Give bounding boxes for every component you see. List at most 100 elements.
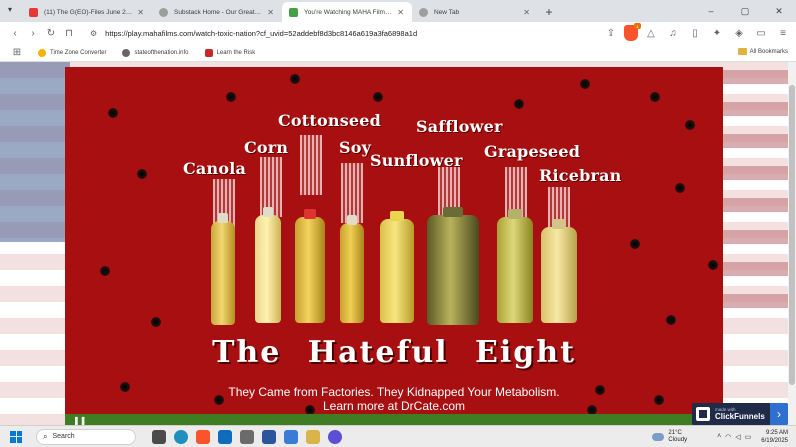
- cloud-icon: [652, 433, 665, 441]
- share-icon[interactable]: ⇪: [602, 24, 620, 42]
- store-icon[interactable]: [240, 429, 254, 444]
- shields-badge: 1: [634, 23, 641, 29]
- minimize-button[interactable]: ‒: [694, 0, 728, 22]
- bottle-cap: [218, 213, 228, 223]
- maximize-button[interactable]: ▢: [728, 0, 762, 22]
- windows-taskbar: ⌕ Search 21°C Cloudy ˄ ◠ ◁ ▭ 9:25 AM 6/1…: [0, 425, 796, 447]
- defender-icon[interactable]: [284, 429, 298, 444]
- file-explorer-icon[interactable]: [306, 429, 320, 444]
- apps-grid-icon[interactable]: ⊞: [8, 44, 26, 62]
- clickfunnels-badge[interactable]: made with ClickFunnels ›: [692, 403, 788, 425]
- bookmark-time-zone-converter[interactable]: Time Zone Converter: [38, 48, 107, 57]
- flag-stripe-right: [721, 262, 796, 276]
- wifi-icon[interactable]: ◠: [725, 433, 731, 441]
- oil-label-soy: Soy: [339, 138, 372, 157]
- scrollbar-thumb[interactable]: [789, 85, 795, 385]
- rewards-icon[interactable]: △: [642, 24, 660, 42]
- flag-stripe-right: [721, 198, 796, 212]
- tab-title: New Tab: [434, 8, 460, 16]
- bookmark-favicon-icon: [122, 48, 131, 57]
- oil-bottle-safflower: [427, 207, 479, 325]
- bullet-hole: [108, 108, 118, 118]
- wallet-icon[interactable]: ▭: [752, 24, 770, 42]
- toolbar-actions: ⇪ 1 △ ♫ ▯ ✦ ◈ ▭ ≡: [602, 23, 792, 42]
- tab-strip: ▾ (11) The G(EO)-Files June 2025 ✕ Subst…: [0, 0, 796, 22]
- vpn-icon[interactable]: ◈: [730, 24, 748, 42]
- window-controls: ‒ ▢ ✕: [694, 0, 796, 22]
- bottle-cap: [390, 211, 404, 221]
- clock-date: 6/19/2025: [761, 438, 788, 444]
- reload-button[interactable]: ↻: [42, 24, 60, 42]
- tab-title: You're Watching MAHA Films: To: [304, 8, 394, 16]
- new-tab-button[interactable]: +: [538, 2, 560, 22]
- flag-stripe-right: [721, 294, 796, 308]
- weather-widget[interactable]: 21°C Cloudy: [652, 430, 687, 444]
- bottle-cap: [262, 207, 274, 217]
- tab-close-icon[interactable]: ✕: [267, 8, 274, 17]
- chevron-up-icon[interactable]: ˄: [717, 433, 721, 441]
- flag-stripe-right: [721, 70, 796, 84]
- task-view-icon[interactable]: [152, 429, 166, 444]
- bullet-hole: [708, 260, 718, 270]
- tray-icons: ˄ ◠ ◁ ▭: [717, 433, 751, 441]
- weather-temp: 21°C: [668, 430, 682, 436]
- bullet-hole: [137, 169, 147, 179]
- site-info-icon[interactable]: ⚙: [90, 29, 97, 38]
- clickfunnels-text: made with ClickFunnels: [715, 407, 765, 421]
- clock-time: 9:25 AM: [765, 430, 788, 436]
- bookmark-label: Time Zone Converter: [50, 49, 107, 56]
- video-player[interactable]: Canola Corn Cottonseed Soy Sunflower Saf…: [65, 67, 723, 425]
- tab-search-icon[interactable]: ▾: [8, 5, 19, 16]
- close-window-button[interactable]: ✕: [762, 0, 796, 22]
- brave-shields-icon[interactable]: 1: [624, 23, 641, 41]
- oil-bottle-cottonseed: [295, 209, 325, 323]
- back-button[interactable]: ‹: [6, 24, 24, 42]
- tab-close-icon[interactable]: ✕: [397, 8, 404, 17]
- tab-title: (11) The G(EO)-Files June 2025: [44, 8, 134, 16]
- oil-bottle-canola: [211, 213, 235, 325]
- outlook-icon[interactable]: [218, 429, 232, 444]
- taskbar-search-input[interactable]: ⌕ Search: [36, 428, 136, 445]
- bookmark-icon[interactable]: ⊓: [60, 24, 78, 42]
- address-bar[interactable]: ⚙ https://play.mahafilms.com/watch-toxic…: [84, 24, 644, 42]
- tab-maha-films[interactable]: You're Watching MAHA Films: To ✕: [282, 2, 412, 22]
- bookmark-stateofthenation[interactable]: stateofthenation.info: [122, 48, 189, 57]
- bullet-hole: [151, 317, 161, 327]
- chevron-right-icon[interactable]: ›: [770, 403, 788, 425]
- taskbar-clock[interactable]: 9:25 AM 6/19/2025: [761, 429, 788, 445]
- messenger-icon[interactable]: [328, 429, 342, 444]
- oil-label-canola: Canola: [183, 159, 247, 178]
- volume-icon[interactable]: ◁: [735, 433, 740, 441]
- bottle-cap: [347, 215, 357, 225]
- oil-bottle-soy: [340, 215, 364, 323]
- sidebar-icon[interactable]: ▯: [686, 24, 704, 42]
- tab-new-tab[interactable]: New Tab ✕: [412, 2, 538, 22]
- tab-substack[interactable]: Substack Home - Our Greater Destiny El..…: [152, 2, 282, 22]
- taskbar-search-placeholder: Search: [52, 433, 75, 440]
- tab-close-icon[interactable]: ✕: [137, 8, 144, 17]
- word-icon[interactable]: [262, 429, 276, 444]
- brave-icon[interactable]: [196, 429, 210, 444]
- forward-button[interactable]: ›: [24, 24, 42, 42]
- bottle-cap: [551, 219, 567, 229]
- battery-icon[interactable]: ▭: [745, 433, 752, 441]
- tab-close-icon[interactable]: ✕: [523, 8, 530, 17]
- bookmark-favicon-icon: [204, 48, 213, 57]
- video-controls-bar[interactable]: [65, 414, 723, 425]
- bookmark-learn-the-risk[interactable]: Learn the Risk: [204, 48, 255, 57]
- bullet-hole: [226, 92, 236, 102]
- media-icon[interactable]: ♫: [664, 24, 682, 42]
- weather-text: 21°C Cloudy: [668, 430, 687, 444]
- edge-icon[interactable]: [174, 429, 188, 444]
- tab-geo-files[interactable]: (11) The G(EO)-Files June 2025 ✕: [22, 2, 152, 22]
- oil-bottle-grapeseed: [497, 209, 533, 323]
- menu-icon[interactable]: ≡: [774, 24, 792, 42]
- extensions-icon[interactable]: ✦: [708, 24, 726, 42]
- bottle-cap: [507, 209, 523, 219]
- flag-stripe-right: [721, 230, 796, 244]
- bookmark-label: stateofthenation.info: [134, 49, 189, 56]
- bullet-hole: [373, 92, 383, 102]
- all-bookmarks-button[interactable]: All Bookmarks: [737, 48, 788, 55]
- windows-start-icon[interactable]: [10, 430, 22, 443]
- pause-icon[interactable]: ❚❚: [73, 416, 86, 425]
